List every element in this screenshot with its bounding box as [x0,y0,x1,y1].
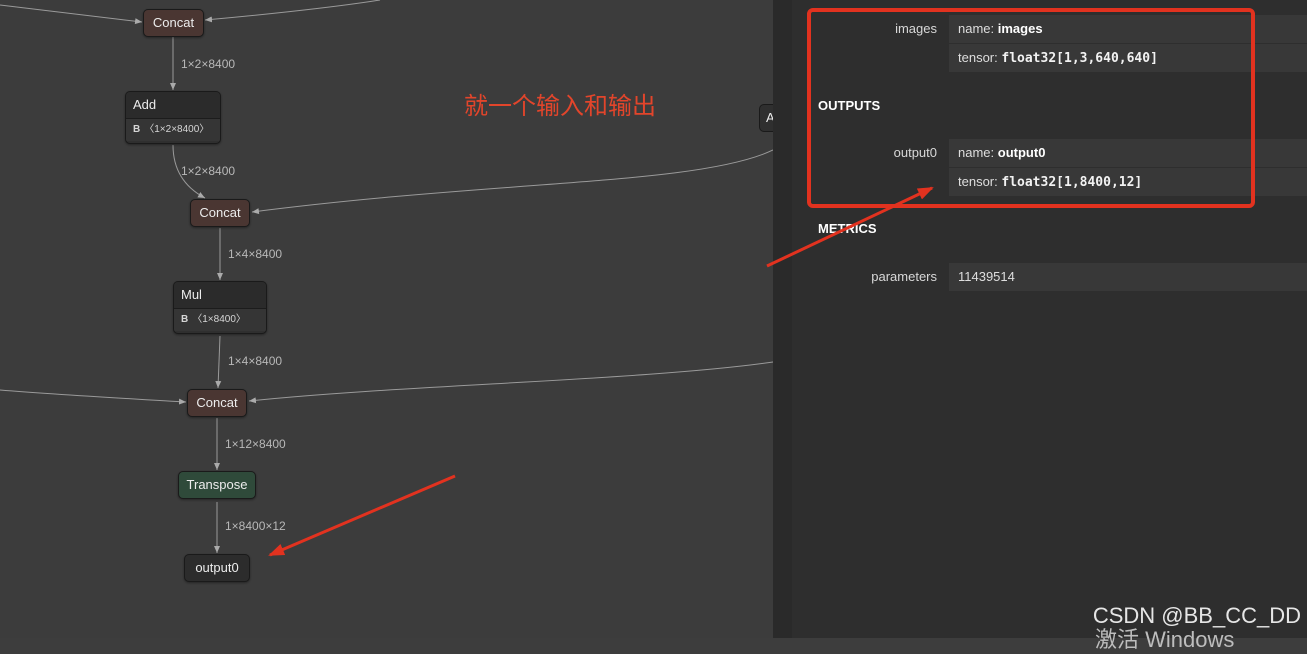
metric-value: 11439514 [958,269,1015,284]
metric-value-row[interactable]: 11439514 [949,263,1307,291]
node-concat[interactable]: Concat [190,199,250,227]
attr-key: B [133,124,141,135]
edge-mul-concat [215,335,222,389]
node-transpose[interactable]: Transpose [178,471,256,499]
attr-key: B [181,314,189,325]
node-title: Mul [174,282,266,309]
annotation-text: 就一个输入和输出 [464,92,656,120]
edge-in-right-top [204,0,381,23]
edge-label: 1×12×8400 [225,437,286,451]
edge-label: 1×4×8400 [228,354,283,368]
attr-value: 〈1×8400〉 [192,314,246,325]
node-label: Concat [199,205,241,220]
panel-gutter [773,0,792,638]
node-partial[interactable]: A [759,104,773,132]
edge-label: 1×2×8400 [181,164,236,178]
node-mul[interactable]: Mul B 〈1×8400〉 [173,281,267,334]
node-attribute: B 〈1×2×8400〉 [126,119,220,141]
graph-canvas[interactable]: Concat 1×2×8400 Add B 〈1×2×8400〉 1×2×8400… [0,0,773,638]
node-title: Add [126,92,220,119]
node-label: Transpose [186,477,248,492]
edge-right-concat-mid [251,149,773,215]
node-label: Concat [196,395,238,410]
attr-value: 〈1×2×8400〉 [144,124,210,135]
watermark: CSDN @BB_CC_DD [1092,603,1301,628]
edge-label: 1×2×8400 [181,57,236,71]
node-concat[interactable]: Concat [187,389,247,417]
metric-label: parameters [871,269,937,284]
edge-label: 1×4×8400 [228,247,283,261]
edge-label: 1×8400×12 [225,519,286,533]
node-attribute: B 〈1×8400〉 [174,309,266,331]
node-label: output0 [195,560,239,575]
edge-left-concat-low [0,389,187,405]
node-concat[interactable]: Concat [143,9,204,37]
graph-edges [0,0,773,553]
node-label: Concat [152,15,195,30]
node-add[interactable]: Add B 〈1×2×8400〉 [125,91,221,144]
edge-right-concat-low [248,361,773,404]
edge-in-left-top [0,4,143,25]
metrics-section-title: METRICS [818,221,877,236]
node-label: A [766,110,773,125]
highlight-box [807,8,1255,208]
node-output0[interactable]: output0 [184,554,250,582]
